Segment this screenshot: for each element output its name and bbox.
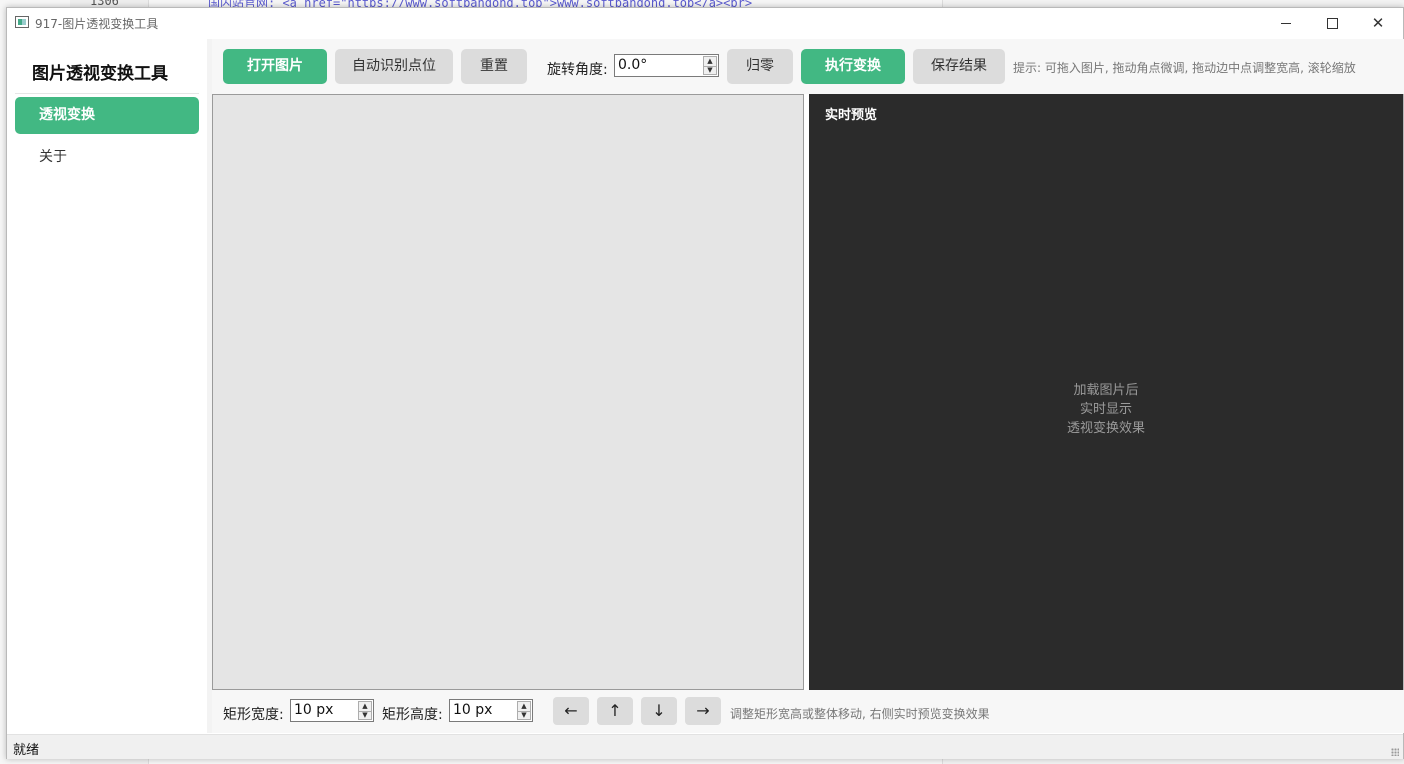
minimize-icon xyxy=(1281,23,1291,24)
window-title: 917-图片透视变换工具 xyxy=(35,17,159,31)
arrow-right-icon: → xyxy=(696,701,710,720)
preview-panel: 实时预览 加载图片后 实时显示 透视变换效果 xyxy=(809,94,1403,690)
rect-height-value: 10 px xyxy=(453,702,493,718)
title-bar[interactable]: 917-图片透视变换工具 ✕ xyxy=(7,8,1403,39)
app-window: 917-图片透视变换工具 ✕ 图片透视变换工具 透视变换 关于 打开图片 自动识… xyxy=(6,7,1404,759)
maximize-button[interactable] xyxy=(1309,8,1355,39)
auto-detect-button[interactable]: 自动识别点位 xyxy=(335,49,453,84)
close-icon: ✕ xyxy=(1371,14,1385,32)
arrow-left-icon: ← xyxy=(564,701,578,720)
preview-placeholder: 加载图片后 实时显示 透视变换效果 xyxy=(809,381,1403,438)
preview-line-1: 加载图片后 xyxy=(1073,383,1139,398)
close-button[interactable]: ✕ xyxy=(1355,8,1401,39)
bottom-hint: 调整矩形宽高或整体移动, 右侧实时预览变换效果 xyxy=(730,707,990,721)
app-icon xyxy=(15,16,29,28)
rect-height-spinbox[interactable]: 10 px ▲ ▼ xyxy=(449,699,533,722)
sidebar-brand: 图片透视变换工具 xyxy=(32,64,168,84)
move-right-button[interactable]: → xyxy=(685,697,721,725)
rect-width-label: 矩形宽度: xyxy=(223,707,284,723)
open-image-button[interactable]: 打开图片 xyxy=(223,49,327,84)
spin-down-icon[interactable]: ▼ xyxy=(518,711,530,720)
zero-button[interactable]: 归零 xyxy=(727,49,793,84)
status-text: 就绪 xyxy=(13,743,40,758)
move-left-button[interactable]: ← xyxy=(553,697,589,725)
rotate-value: 0.0° xyxy=(618,57,648,73)
image-canvas[interactable] xyxy=(212,94,804,690)
arrow-up-icon: ↑ xyxy=(608,701,622,720)
rotate-stepper[interactable]: ▲ ▼ xyxy=(703,56,717,75)
save-result-button[interactable]: 保存结果 xyxy=(913,49,1005,84)
move-up-button[interactable]: ↑ xyxy=(597,697,633,725)
resize-grip-icon[interactable] xyxy=(1391,748,1399,756)
arrow-down-icon: ↓ xyxy=(652,701,666,720)
preview-line-3: 透视变换效果 xyxy=(1066,421,1145,436)
sidebar-item-perspective[interactable]: 透视变换 xyxy=(15,97,199,134)
status-bar: 就绪 xyxy=(7,734,1403,759)
execute-transform-button[interactable]: 执行变换 xyxy=(801,49,905,84)
brand-divider xyxy=(15,93,199,94)
rect-width-spinbox[interactable]: 10 px ▲ ▼ xyxy=(290,699,374,722)
spin-down-icon[interactable]: ▼ xyxy=(704,66,716,75)
move-down-button[interactable]: ↓ xyxy=(641,697,677,725)
minimize-button[interactable] xyxy=(1263,8,1309,39)
rotate-label: 旋转角度: xyxy=(547,62,608,78)
preview-title: 实时预览 xyxy=(825,108,878,123)
rotate-spinbox[interactable]: 0.0° ▲ ▼ xyxy=(614,54,719,77)
rect-width-value: 10 px xyxy=(294,702,334,718)
spin-down-icon[interactable]: ▼ xyxy=(359,711,371,720)
rect-width-stepper[interactable]: ▲ ▼ xyxy=(358,701,372,720)
maximize-icon xyxy=(1326,18,1338,29)
sidebar-item-about[interactable]: 关于 xyxy=(15,139,199,176)
rect-height-stepper[interactable]: ▲ ▼ xyxy=(517,701,531,720)
toolbar-hint: 提示: 可拖入图片, 拖动角点微调, 拖动边中点调整宽高, 滚轮缩放 xyxy=(1013,61,1356,75)
preview-line-2: 实时显示 xyxy=(1079,402,1132,417)
rect-height-label: 矩形高度: xyxy=(382,707,443,723)
reset-button[interactable]: 重置 xyxy=(461,49,527,84)
